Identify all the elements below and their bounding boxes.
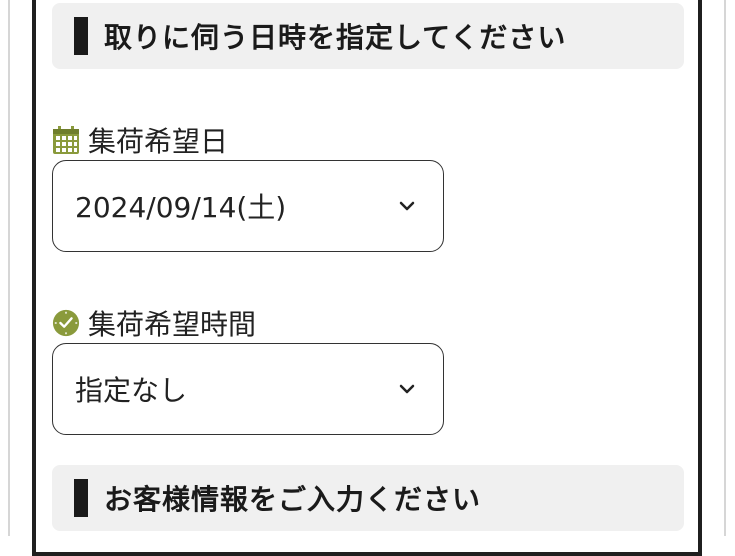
section-marker-bar (74, 479, 88, 517)
pickup-time-select[interactable]: 指定なし (52, 343, 444, 435)
pickup-time-value: 指定なし (75, 374, 188, 407)
pickup-date-value: 2024/09/14(土) (75, 191, 287, 224)
section-title: 取りに伺う日時を指定してください (104, 21, 567, 54)
page-left-border (8, 0, 10, 536)
customer-info-section-header: お客様情報をご入力ください (52, 465, 684, 531)
section-marker-bar (74, 17, 88, 55)
chevron-down-icon (397, 379, 417, 399)
pickup-date-label-text: 集荷希望日 (88, 125, 229, 158)
pickup-date-label: 集荷希望日 (52, 120, 228, 160)
clock-icon (52, 308, 80, 338)
pickup-datetime-section-header: 取りに伺う日時を指定してください (52, 3, 684, 69)
pickup-time-label-text: 集荷希望時間 (88, 308, 257, 341)
pickup-time-label: 集荷希望時間 (52, 303, 256, 343)
calendar-icon (52, 125, 80, 155)
page-right-border (724, 0, 726, 536)
section-title: お客様情報をご入力ください (104, 483, 482, 516)
pickup-date-select[interactable]: 2024/09/14(土) (52, 160, 444, 252)
chevron-down-icon (397, 196, 417, 216)
